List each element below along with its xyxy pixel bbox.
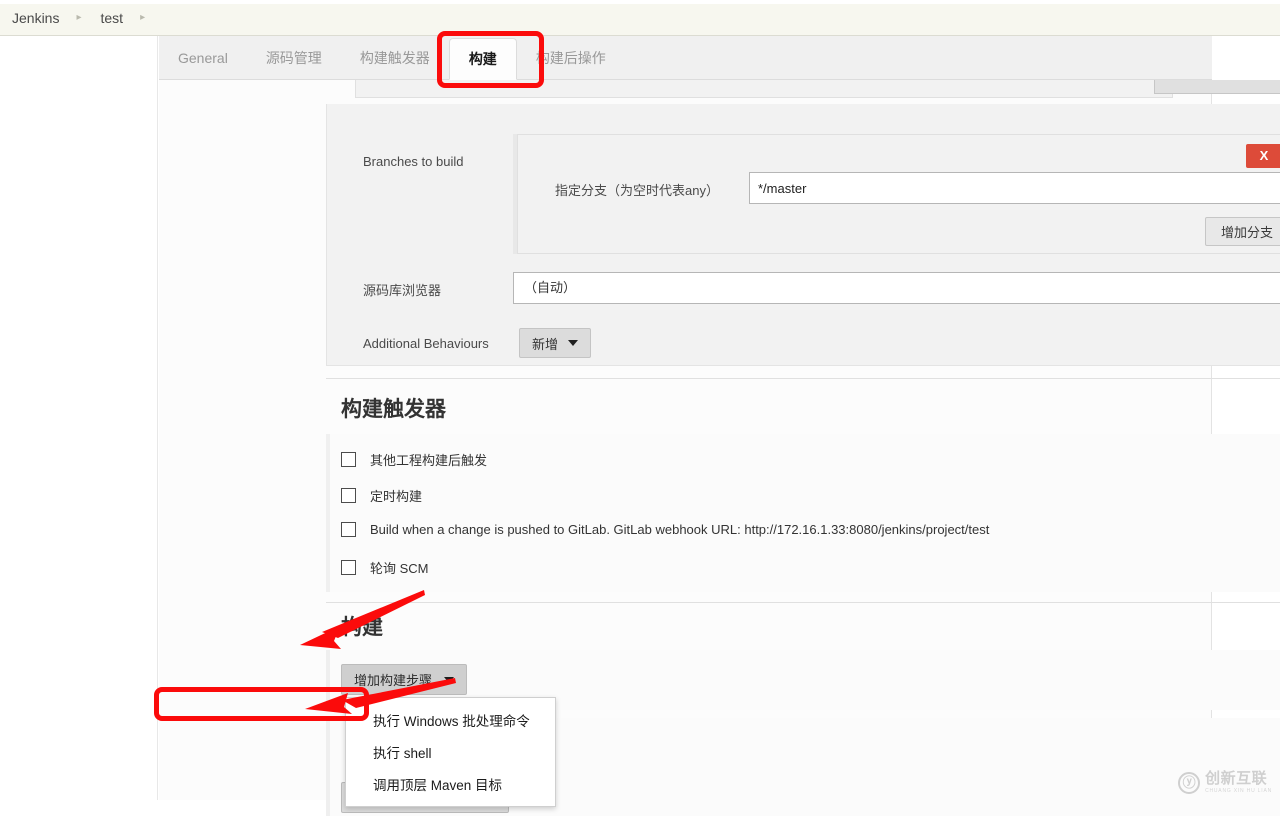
tab-general[interactable]: General bbox=[159, 38, 247, 79]
trigger-label-gitlab: Build when a change is pushed to GitLab.… bbox=[370, 522, 990, 537]
scm-partial-button[interactable] bbox=[1154, 80, 1280, 94]
breadcrumb-item-jenkins[interactable]: Jenkins bbox=[9, 0, 62, 36]
breadcrumb-separator-icon: ▸ bbox=[76, 11, 82, 23]
build-heading: 构建 bbox=[341, 616, 383, 639]
repository-browser-label: 源码库浏览器 bbox=[363, 283, 442, 298]
add-branch-button[interactable]: 增加分支 bbox=[1205, 217, 1280, 246]
tab-build-triggers[interactable]: 构建触发器 bbox=[341, 38, 449, 79]
section-divider bbox=[326, 602, 1280, 603]
watermark-text: 创新互联 bbox=[1205, 770, 1268, 787]
section-divider bbox=[326, 378, 1280, 379]
trigger-label-poll-scm: 轮询 SCM bbox=[370, 561, 429, 576]
menu-item-windows-batch[interactable]: 执行 Windows 批处理命令 bbox=[346, 704, 555, 736]
checkbox-timer[interactable] bbox=[341, 488, 356, 503]
trigger-row-gitlab[interactable]: Build when a change is pushed to GitLab.… bbox=[341, 522, 989, 537]
main-area: General 源码管理 构建触发器 构建 构建后操作 Branches to … bbox=[0, 36, 1280, 816]
caret-down-icon bbox=[444, 676, 454, 683]
add-behaviour-label: 新增 bbox=[531, 336, 558, 352]
build-step-dropdown-menu[interactable]: 执行 Windows 批处理命令 执行 shell 调用顶层 Maven 目标 bbox=[345, 697, 556, 807]
tab-build[interactable]: 构建 bbox=[448, 38, 517, 80]
tab-source-code-management[interactable]: 源码管理 bbox=[247, 38, 341, 79]
menu-item-execute-shell[interactable]: 执行 shell bbox=[346, 736, 555, 768]
job-config-panel: General 源码管理 构建触发器 构建 构建后操作 Branches to … bbox=[159, 36, 1280, 816]
trigger-row-upstream[interactable]: 其他工程构建后触发 bbox=[341, 450, 487, 469]
build-triggers-heading: 构建触发器 bbox=[341, 398, 446, 421]
menu-item-invoke-maven[interactable]: 调用顶层 Maven 目标 bbox=[346, 768, 555, 800]
branch-specifier-label: 指定分支（为空时代表any） bbox=[555, 183, 719, 198]
branch-specifier-input[interactable] bbox=[749, 172, 1280, 204]
add-build-step-button[interactable]: 增加构建步骤 bbox=[341, 664, 467, 695]
caret-down-icon bbox=[568, 340, 578, 346]
trigger-row-poll-scm[interactable]: 轮询 SCM bbox=[341, 558, 429, 577]
tab-post-build-actions[interactable]: 构建后操作 bbox=[517, 38, 625, 79]
add-behaviour-button[interactable]: 新增 bbox=[519, 328, 591, 358]
add-build-step-label: 增加构建步骤 bbox=[353, 673, 432, 688]
watermark: ⓨ 创新互联 CHUANG XIN HU LIAN bbox=[1178, 771, 1272, 794]
config-tab-bar: General 源码管理 构建触发器 构建 构建后操作 bbox=[159, 36, 1212, 80]
repository-browser-select[interactable]: （自动） bbox=[513, 272, 1280, 304]
additional-behaviours-label: Additional Behaviours bbox=[363, 336, 489, 351]
breadcrumb-item-test[interactable]: test bbox=[98, 0, 127, 36]
trigger-label-timer: 定时构建 bbox=[370, 489, 423, 504]
sidebar-gutter bbox=[0, 36, 158, 800]
branches-to-build-label: Branches to build bbox=[363, 154, 464, 169]
checkbox-gitlab[interactable] bbox=[341, 522, 356, 537]
delete-branch-button[interactable]: X bbox=[1246, 144, 1280, 168]
watermark-logo-icon: ⓨ bbox=[1178, 771, 1201, 794]
breadcrumb-separator-icon: ▸ bbox=[140, 11, 146, 23]
trigger-row-timer[interactable]: 定时构建 bbox=[341, 486, 422, 505]
scm-partial-panel bbox=[355, 80, 1173, 98]
checkbox-upstream[interactable] bbox=[341, 452, 356, 467]
checkbox-poll-scm[interactable] bbox=[341, 560, 356, 575]
breadcrumb: Jenkins ▸ test ▸ bbox=[0, 0, 1280, 36]
trigger-label-upstream: 其他工程构建后触发 bbox=[370, 453, 488, 468]
watermark-subtext: CHUANG XIN HU LIAN bbox=[1205, 788, 1272, 794]
